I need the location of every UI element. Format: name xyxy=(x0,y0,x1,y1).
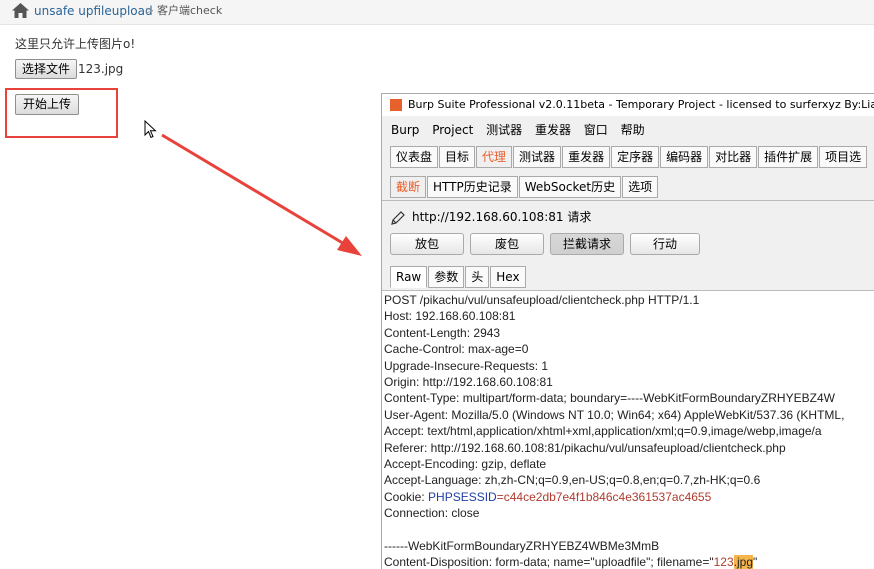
tab-sequencer[interactable]: 定序器 xyxy=(611,146,660,168)
tab-params[interactable]: 参数 xyxy=(428,266,465,288)
request-line: Connection: close xyxy=(384,506,480,521)
burp-logo-icon xyxy=(390,99,402,111)
tab-websocket-history[interactable]: WebSocket历史 xyxy=(518,176,622,198)
disposition-end: " xyxy=(753,555,758,569)
cookie-prefix: Cookie: xyxy=(384,489,429,504)
request-line: Accept-Encoding: gzip, deflate xyxy=(384,456,547,471)
filename-extension-selected: .jpg xyxy=(733,555,754,569)
boundary-line: ------WebKitFormBoundaryZRHYEBZ4WBMe3MmB xyxy=(384,538,660,553)
menu-window[interactable]: 窗口 xyxy=(584,123,608,137)
cookie-equals: = xyxy=(496,489,504,504)
request-line: Cache-Control: max-age=0 xyxy=(384,342,529,357)
burp-window: Burp Suite Professional v2.0.11beta - Te… xyxy=(381,93,874,569)
pencil-icon[interactable] xyxy=(390,210,406,226)
tab-extender[interactable]: 插件扩展 xyxy=(758,146,819,168)
disposition-line: Content-Disposition: form-data; name="up… xyxy=(384,554,874,569)
burp-titlebar: Burp Suite Professional v2.0.11beta - Te… xyxy=(382,94,874,116)
tab-intruder[interactable]: 测试器 xyxy=(513,146,562,168)
request-line: Accept-Language: zh,zh-CN;q=0.9,en-US;q=… xyxy=(384,473,761,488)
menu-bar: Burp Project 测试器 重发器 窗口 帮助 xyxy=(382,118,874,142)
mouse-cursor-icon xyxy=(144,120,157,139)
menu-burp[interactable]: Burp xyxy=(391,123,419,137)
divider xyxy=(382,200,874,201)
tab-dashboard[interactable]: 仪表盘 xyxy=(390,146,439,168)
request-target: http://192.168.60.108:81 请求 xyxy=(390,208,591,226)
main-tabs: 仪表盘 目标 代理 测试器 重发器 定序器 编码器 对比器 插件扩展 项目选 xyxy=(390,146,868,168)
window-title: Burp Suite Professional v2.0.11beta - Te… xyxy=(408,98,874,111)
tab-options[interactable]: 选项 xyxy=(622,176,659,198)
request-line: Upgrade-Insecure-Requests: 1 xyxy=(384,358,549,373)
menu-repeater[interactable]: 重发器 xyxy=(535,123,571,137)
action-button[interactable]: 行动 xyxy=(630,233,700,255)
request-line: Accept: text/html,application/xhtml+xml,… xyxy=(384,424,822,439)
request-line: POST /pikachu/vul/unsafeupload/clientche… xyxy=(384,293,700,307)
cookie-line: Cookie: PHPSESSID=c44ce2db7e4f1b846c4e36… xyxy=(384,489,874,505)
tab-headers[interactable]: 头 xyxy=(465,266,490,288)
tab-raw[interactable]: Raw xyxy=(390,266,428,288)
request-target-label: http://192.168.60.108:81 请求 xyxy=(412,210,592,224)
tab-http-history[interactable]: HTTP历史记录 xyxy=(427,176,518,198)
drop-button[interactable]: 废包 xyxy=(470,233,544,255)
raw-request-editor[interactable]: POST /pikachu/vul/unsafeupload/clientche… xyxy=(382,290,874,569)
request-line: Host: 192.168.60.108:81 xyxy=(384,309,516,324)
menu-intruder[interactable]: 测试器 xyxy=(486,123,522,137)
tab-project-options[interactable]: 项目选 xyxy=(819,146,868,168)
menu-project[interactable]: Project xyxy=(432,123,473,137)
forward-button[interactable]: 放包 xyxy=(390,233,464,255)
menu-help[interactable]: 帮助 xyxy=(621,123,645,137)
request-line: Content-Type: multipart/form-data; bound… xyxy=(384,391,835,406)
filename-base: 123 xyxy=(713,555,734,569)
tab-proxy[interactable]: 代理 xyxy=(476,146,513,168)
request-line: Origin: http://192.168.60.108:81 xyxy=(384,374,553,389)
request-line: Content-Length: 2943 xyxy=(384,325,501,340)
tab-repeater[interactable]: 重发器 xyxy=(562,146,611,168)
intercept-toggle-button[interactable]: 拦截请求 xyxy=(550,233,624,255)
cookie-name: PHPSESSID xyxy=(428,489,497,504)
tab-comparer[interactable]: 对比器 xyxy=(709,146,758,168)
intercept-actions: 放包 废包 拦截请求 行动 xyxy=(390,233,706,255)
tab-decoder[interactable]: 编码器 xyxy=(660,146,709,168)
disposition-prefix: Content-Disposition: form-data; name="up… xyxy=(384,555,714,569)
cookie-value: c44ce2db7e4f1b846c4e361537ac4655 xyxy=(503,489,712,504)
proxy-tabs: 截断 HTTP历史记录 WebSocket历史 选项 xyxy=(390,176,659,198)
message-view-tabs: Raw 参数头 Hex xyxy=(390,266,527,288)
tab-intercept[interactable]: 截断 xyxy=(390,176,427,198)
tab-target[interactable]: 目标 xyxy=(439,146,476,168)
request-line: User-Agent: Mozilla/5.0 (Windows NT 10.0… xyxy=(384,407,845,422)
tab-hex[interactable]: Hex xyxy=(490,266,526,288)
request-line: Referer: http://192.168.60.108:81/pikach… xyxy=(384,440,786,455)
